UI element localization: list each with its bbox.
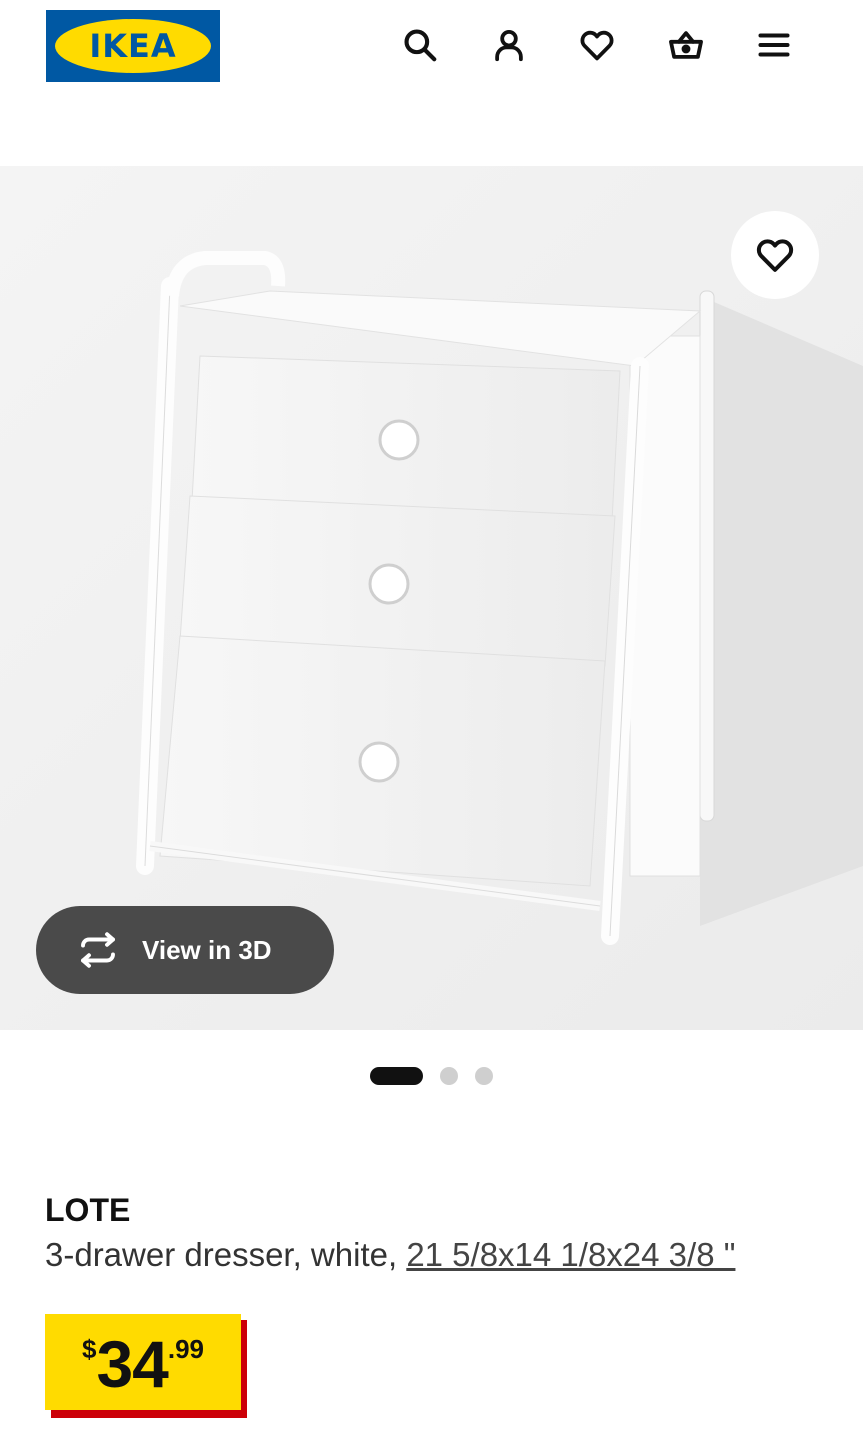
dresser-image: [0, 166, 863, 1030]
product-dimensions-link[interactable]: 21 5/8x14 1/8x24 3/8 ": [406, 1236, 735, 1273]
heart-icon[interactable]: [575, 23, 619, 67]
rotate-3d-icon: [81, 932, 115, 968]
add-to-favourites-button[interactable]: [731, 211, 819, 299]
top-header: IKEA: [0, 0, 863, 166]
search-icon[interactable]: [398, 23, 442, 67]
price-currency: $: [81, 1334, 97, 1364]
menu-icon[interactable]: [752, 23, 796, 67]
product-image-gallery[interactable]: View in 3D: [0, 166, 863, 1030]
product-name: LOTE: [45, 1192, 131, 1228]
product-description: 3-drawer dresser, white, 21 5/8x14 1/8x2…: [45, 1236, 735, 1274]
basket-icon[interactable]: [664, 23, 708, 67]
logo-oval: IKEA: [55, 19, 211, 73]
price-tag: $ 34 .99: [45, 1314, 247, 1418]
price-decimal: .99: [167, 1334, 205, 1364]
view-in-3d-label: View in 3D: [142, 934, 272, 965]
carousel-indicator: [0, 1062, 863, 1088]
account-icon[interactable]: [487, 23, 531, 67]
view-in-3d-button[interactable]: View in 3D: [36, 906, 334, 994]
logo-text: IKEA: [89, 27, 177, 65]
carousel-dot-1[interactable]: [370, 1067, 423, 1085]
heart-icon: [756, 239, 794, 272]
price-box: $ 34 .99: [45, 1314, 241, 1410]
ikea-logo[interactable]: IKEA: [46, 10, 220, 82]
product-description-text: 3-drawer dresser, white,: [45, 1236, 407, 1273]
price-integer: 34: [96, 1327, 168, 1401]
carousel-dot-3[interactable]: [475, 1067, 493, 1085]
carousel-dot-2[interactable]: [440, 1067, 458, 1085]
